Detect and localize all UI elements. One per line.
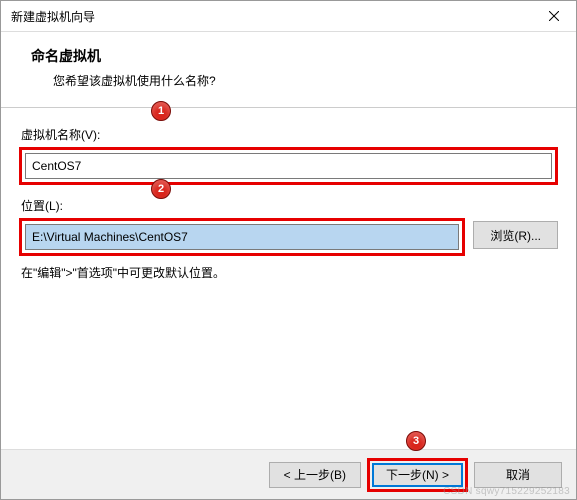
titlebar: 新建虚拟机向导: [1, 1, 576, 31]
header-section: 命名虚拟机 您希望该虚拟机使用什么名称?: [1, 32, 576, 105]
next-button[interactable]: 下一步(N) >: [372, 463, 463, 487]
highlight-box-1: [19, 147, 558, 185]
browse-button[interactable]: 浏览(R)...: [473, 221, 558, 249]
hint-text: 在"编辑">"首选项"中可更改默认位置。: [19, 264, 558, 281]
page-subtitle: 您希望该虚拟机使用什么名称?: [31, 72, 556, 89]
close-icon: [549, 11, 559, 21]
page-title: 命名虚拟机: [31, 46, 556, 66]
window-title: 新建虚拟机向导: [11, 8, 95, 25]
location-group: 位置(L): 浏览(R)... 在"编辑">"首选项"中可更改默认位置。: [19, 197, 558, 281]
callout-2: 2: [151, 179, 171, 199]
back-button[interactable]: < 上一步(B): [269, 462, 361, 488]
highlight-box-2: [19, 218, 465, 256]
location-row: 浏览(R)...: [19, 218, 558, 258]
vm-name-group: 虚拟机名称(V):: [19, 126, 558, 185]
callout-3: 3: [406, 431, 426, 451]
location-input[interactable]: [25, 224, 459, 250]
vm-name-label: 虚拟机名称(V):: [19, 126, 558, 143]
form-area: 虚拟机名称(V): 位置(L): 浏览(R)... 在"编辑">"首选项"中可更…: [1, 108, 576, 281]
cancel-button[interactable]: 取消: [474, 462, 562, 488]
location-label: 位置(L):: [19, 197, 558, 214]
watermark: CSDN sqwy715229252183: [443, 486, 570, 497]
close-button[interactable]: [531, 1, 576, 31]
vm-name-input[interactable]: [25, 153, 552, 179]
callout-1: 1: [151, 101, 171, 121]
location-input-col: [19, 218, 465, 258]
wizard-window: 新建虚拟机向导 命名虚拟机 您希望该虚拟机使用什么名称? 虚拟机名称(V): 位…: [0, 0, 577, 500]
